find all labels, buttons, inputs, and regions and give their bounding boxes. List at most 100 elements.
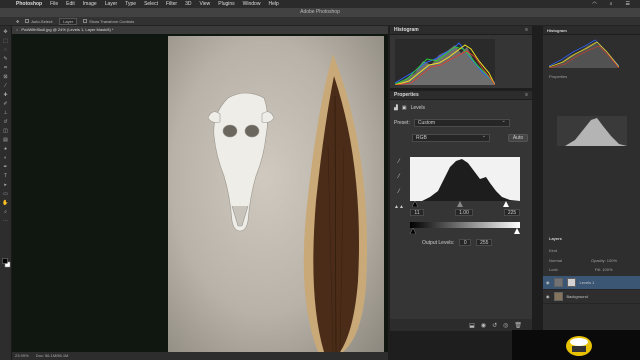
lock-label: Lock: (549, 267, 559, 272)
menu-view[interactable]: View (196, 1, 215, 7)
layer-filter-kind[interactable]: Kind (549, 248, 557, 253)
color-swatches[interactable] (2, 258, 11, 268)
canvas[interactable] (12, 34, 388, 352)
channel-dropdown[interactable]: RGB (412, 133, 490, 142)
document-tab[interactable]: × PodWithSkull.jpg @ 24% (Levels 1, Layer… (12, 26, 388, 34)
black-output-slider[interactable] (410, 228, 417, 234)
eye-icon[interactable]: ◉ (546, 294, 550, 299)
menu-type[interactable]: Type (121, 1, 140, 7)
frame-tool-icon[interactable]: ⊠ (2, 73, 10, 80)
show-transform-checkbox[interactable]: Show Transform Controls (83, 19, 134, 24)
auto-select-dropdown[interactable]: Layer (59, 17, 78, 25)
blend-mode-dropdown[interactable]: Normal (549, 258, 562, 263)
menu-edit[interactable]: Edit (62, 1, 79, 7)
gray-point-eyedropper-icon[interactable]: ⁄ (394, 172, 404, 182)
quick-select-tool-icon[interactable]: ✎ (2, 55, 10, 62)
menu-help[interactable]: Help (264, 1, 282, 7)
input-white-field[interactable]: 225 (504, 209, 520, 216)
wifi-icon[interactable]: ◠ (588, 1, 600, 7)
menubar: Photoshop File Edit Image Layer Type Sel… (0, 0, 640, 8)
menu-filter[interactable]: Filter (162, 1, 181, 7)
preset-dropdown[interactable]: Custom (413, 118, 510, 127)
pen-tool-icon[interactable]: ✒ (2, 163, 10, 170)
white-input-slider[interactable] (503, 201, 509, 207)
right-properties-title[interactable]: Properties (549, 74, 567, 79)
panel-menu-icon[interactable]: ≡ (525, 26, 528, 35)
healing-tool-icon[interactable]: ✚ (2, 91, 10, 98)
crop-tool-icon[interactable]: ⌗ (2, 64, 10, 71)
output-black-field[interactable]: 0 (459, 239, 472, 246)
auto-button[interactable]: Auto (508, 134, 528, 142)
eyedropper-tool-icon[interactable]: ⁄ (2, 82, 10, 89)
clipping-warning-icon[interactable]: ▲▲ (394, 202, 404, 212)
opacity-field[interactable]: Opacity: 100% (591, 258, 617, 263)
menu-app[interactable]: Photoshop (12, 1, 46, 7)
skull-and-pod-illustration (207, 54, 368, 352)
right-histogram-title[interactable]: Histogram (543, 26, 640, 35)
type-tool-icon[interactable]: T (2, 172, 10, 179)
more-tools-icon[interactable]: ⋯ (2, 217, 10, 224)
control-center-icon[interactable]: ☰ (622, 1, 634, 7)
move-tool-icon[interactable]: ✥ (16, 19, 19, 24)
path-select-tool-icon[interactable]: ▸ (2, 181, 10, 188)
menu-layer[interactable]: Layer (101, 1, 122, 7)
output-white-field[interactable]: 255 (476, 239, 493, 246)
marquee-tool-icon[interactable]: ⬚ (2, 37, 10, 44)
eraser-tool-icon[interactable]: ◫ (2, 127, 10, 134)
gradient-tool-icon[interactable]: ▤ (2, 136, 10, 143)
zoom-tool-icon[interactable]: ⌕ (2, 208, 10, 215)
histogram-title[interactable]: Histogram (394, 27, 419, 33)
white-point-eyedropper-icon[interactable]: ⁄ (394, 187, 404, 197)
layer-name[interactable]: Levels 1 (580, 280, 595, 285)
black-point-eyedropper-icon[interactable]: ⁄ (394, 157, 404, 167)
webcam-overlay (512, 330, 640, 360)
mask-thumb[interactable] (566, 278, 576, 287)
visibility-icon[interactable]: ◎ (503, 322, 508, 329)
menu-image[interactable]: Image (79, 1, 101, 7)
menu-3d[interactable]: 3D (181, 1, 195, 7)
view-previous-icon[interactable]: ◉ (481, 322, 486, 329)
preset-label: Preset: (394, 120, 410, 126)
gray-input-slider[interactable] (457, 201, 463, 207)
clip-to-layer-icon[interactable]: ⬓ (469, 322, 475, 329)
auto-select-checkbox[interactable]: Auto-Select: (25, 19, 53, 24)
reset-icon[interactable]: ↺ (492, 322, 497, 329)
input-gamma-field[interactable]: 1.00 (455, 209, 473, 216)
layer-row-background[interactable]: ◉ Background (543, 290, 640, 304)
clone-stamp-tool-icon[interactable]: ⊥ (2, 109, 10, 116)
mask-icon[interactable]: ▣ (402, 105, 407, 111)
right-layers-title[interactable]: Layers (549, 236, 562, 241)
input-sliders[interactable] (410, 201, 520, 207)
window-title: Adobe Photoshop (0, 8, 640, 17)
menu-file[interactable]: File (46, 1, 62, 7)
move-tool-icon[interactable]: ✥ (2, 28, 10, 35)
menu-plugins[interactable]: Plugins (214, 1, 238, 7)
fill-field[interactable]: Fill: 100% (595, 267, 613, 272)
menu-window[interactable]: Window (239, 1, 265, 7)
menu-select[interactable]: Select (140, 1, 162, 7)
white-output-slider[interactable] (514, 228, 520, 234)
properties-title[interactable]: Properties (394, 92, 419, 98)
shape-tool-icon[interactable]: ▭ (2, 190, 10, 197)
output-sliders[interactable] (410, 228, 520, 234)
history-brush-tool-icon[interactable]: ↺ (2, 118, 10, 125)
doc-size: Doc: 56.1M/56.1M (35, 353, 69, 358)
adjustment-name: Levels (410, 105, 426, 111)
close-tab-icon[interactable]: × (16, 27, 18, 32)
search-icon[interactable]: ⌕ (606, 1, 617, 7)
hand-tool-icon[interactable]: ✋ (2, 199, 10, 206)
status-bar: 23.99% Doc: 56.1M/56.1M (12, 352, 388, 360)
black-input-slider[interactable] (411, 201, 419, 207)
zoom-level[interactable]: 23.99% (15, 353, 29, 358)
lasso-tool-icon[interactable]: ◌ (2, 46, 10, 53)
blur-tool-icon[interactable]: ● (2, 145, 10, 152)
panel-menu-icon[interactable]: ≡ (525, 91, 528, 100)
brush-tool-icon[interactable]: ✐ (2, 100, 10, 107)
input-black-field[interactable]: 11 (410, 209, 424, 216)
layer-row-levels[interactable]: ◉ Levels 1 (543, 276, 640, 290)
adjustment-thumb (553, 278, 563, 287)
layer-name[interactable]: Background (567, 294, 588, 299)
dodge-tool-icon[interactable]: ◐ (2, 154, 10, 161)
delete-icon[interactable]: 🗑 (514, 322, 522, 329)
eye-icon[interactable]: ◉ (546, 280, 550, 285)
